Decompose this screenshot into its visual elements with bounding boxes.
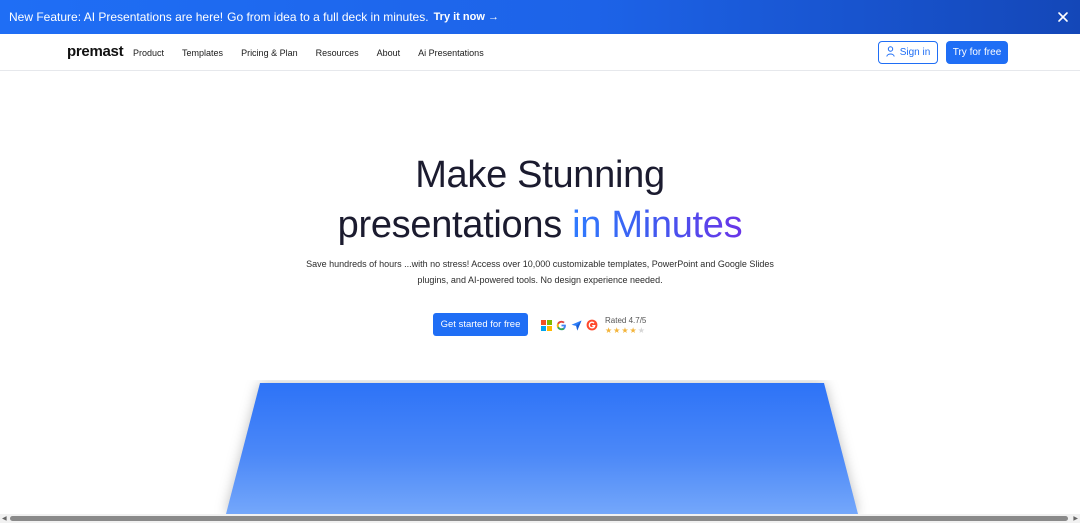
hero-headline-line1: Make Stunning <box>415 154 665 196</box>
rating-stars: ★★★★★ <box>605 326 646 335</box>
star-empty-icon: ★ <box>637 326 646 335</box>
hero-headline: Make Stunning presentations in Minutes <box>0 150 1080 250</box>
hero-subtitle: Save hundreds of hours ...with no stress… <box>306 259 774 285</box>
star-icon: ★ <box>605 326 614 335</box>
announcement-sub-text: Go from idea to a full deck in minutes. <box>227 10 429 24</box>
premast-logo[interactable]: premast <box>67 43 124 60</box>
scrollbar-thumb[interactable] <box>10 516 1068 521</box>
scroll-right-arrow-icon[interactable]: ▶ <box>1073 515 1078 522</box>
presentation-mockup <box>0 380 1080 514</box>
announcement-feature-text: New Feature: AI Presentations are here! <box>9 10 224 24</box>
google-icon <box>556 320 567 331</box>
mockup-screen <box>226 383 858 514</box>
platform-icons <box>541 318 602 332</box>
user-icon <box>886 45 900 60</box>
scroll-left-arrow-icon[interactable]: ◀ <box>2 515 7 522</box>
nav-item-about[interactable]: About <box>377 48 401 58</box>
rating-label: Rated 4.7/5 <box>605 316 647 325</box>
hero-headline-plain: presentations <box>337 204 563 246</box>
rating-block: Rated 4.7/5 ★★★★★ <box>605 316 646 335</box>
nav-item-pricing[interactable]: Pricing & Plan <box>241 48 298 58</box>
star-icon: ★ <box>629 326 638 335</box>
main-menu: Product Templates Pricing & Plan Resourc… <box>133 34 502 71</box>
try-for-free-button[interactable]: Try for free <box>946 41 1008 64</box>
get-started-button[interactable]: Get started for free <box>433 313 528 336</box>
nav-item-resources[interactable]: Resources <box>316 48 359 58</box>
g2-icon <box>586 319 598 331</box>
nav-item-ai-presentations[interactable]: Ai Presentations <box>418 48 484 58</box>
announcement-bar: New Feature: AI Presentations are here! … <box>0 0 1080 34</box>
hero-headline-highlight: in Minutes <box>572 204 743 246</box>
microsoft-icon <box>541 319 552 331</box>
top-navigation: premast Product Templates Pricing & Plan… <box>0 34 1080 71</box>
try-it-now-link[interactable]: Try it now → <box>434 11 499 23</box>
horizontal-scrollbar[interactable]: ◀ ▶ <box>0 514 1080 523</box>
nav-item-templates[interactable]: Templates <box>182 48 223 58</box>
sign-in-button[interactable]: Sign in <box>878 41 938 64</box>
send-icon <box>571 320 582 331</box>
star-icon: ★ <box>621 326 630 335</box>
nav-item-product[interactable]: Product <box>133 48 164 58</box>
close-icon[interactable] <box>1056 10 1070 24</box>
sign-in-label: Sign in <box>899 47 931 58</box>
